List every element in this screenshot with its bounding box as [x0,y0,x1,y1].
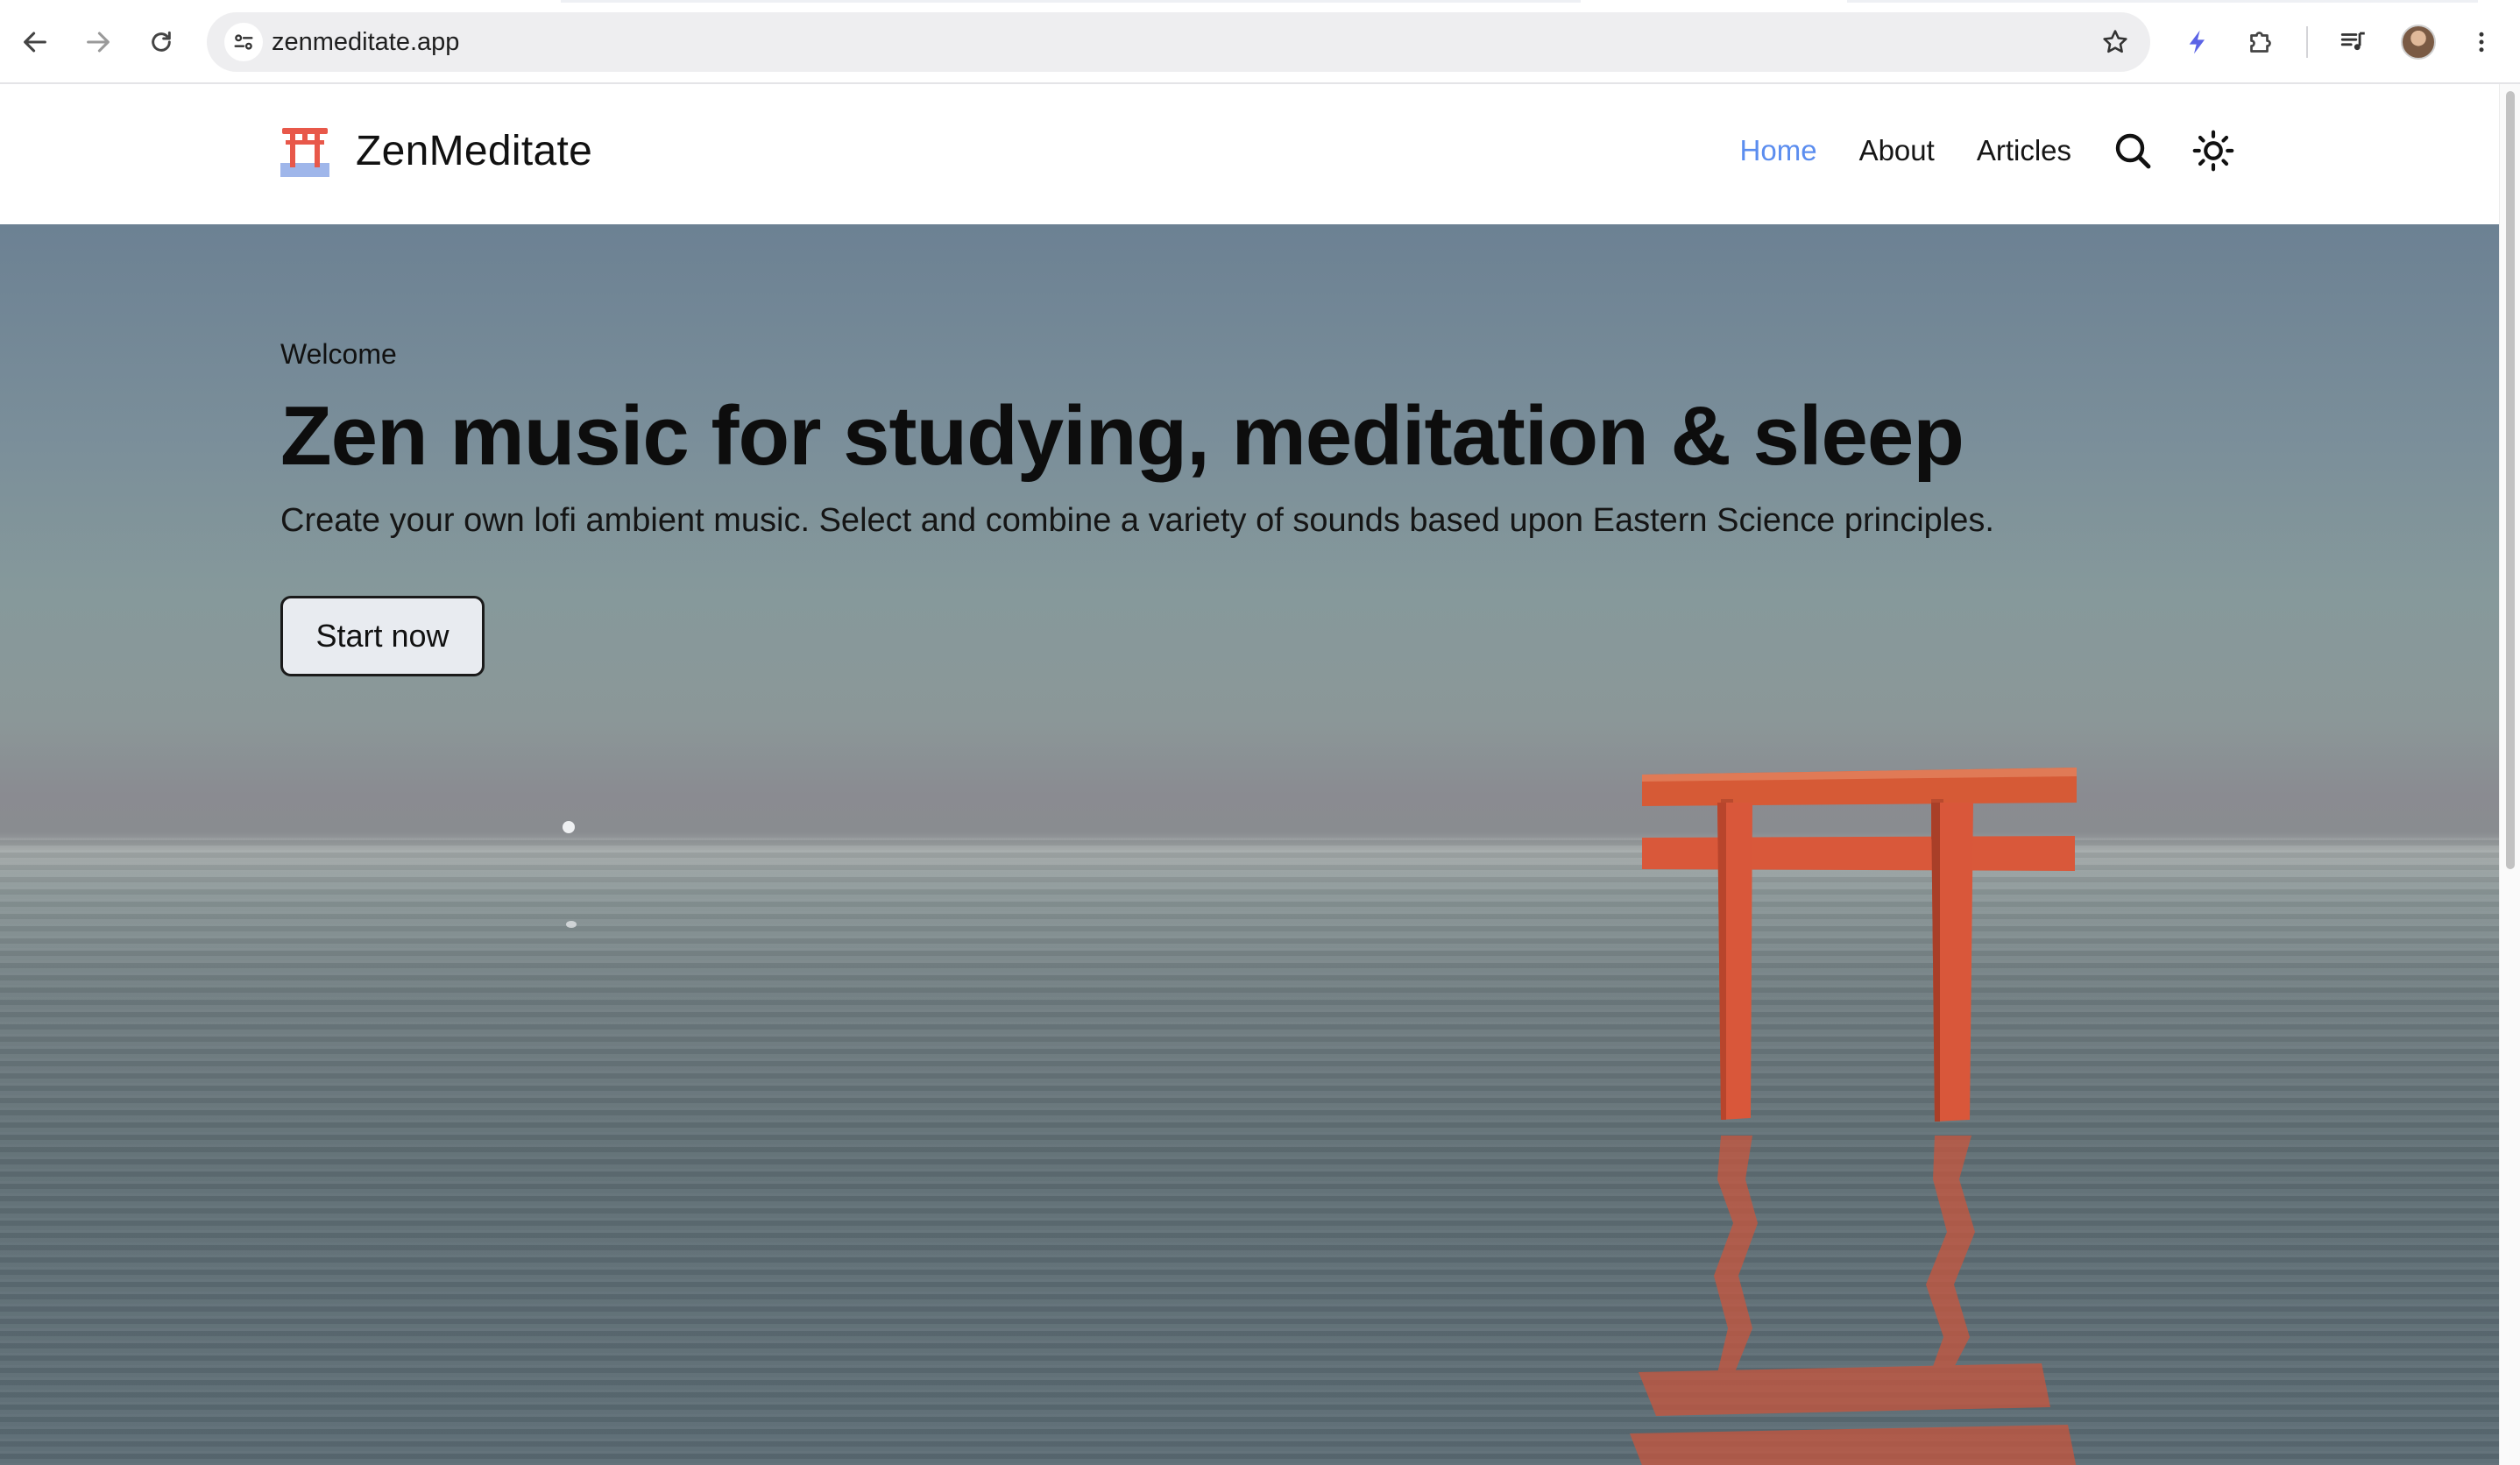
start-now-button[interactable]: Start now [280,596,485,676]
hero-eyebrow: Welcome [280,338,397,370]
web-page: ZenMeditate Home About Articles Welcome … [0,84,2499,1465]
main-nav: Home About Articles [1698,128,2236,173]
site-info-button[interactable] [224,23,263,61]
extensions-puzzle-icon [2250,32,2271,53]
browser-toolbar: zenmeditate.app [0,0,2520,84]
nav-articles-link[interactable]: Articles [1977,134,2071,167]
media-playlist-icon [2340,32,2365,51]
scrollbar-thumb[interactable] [2506,91,2515,869]
forward-icon [87,32,110,53]
url-text[interactable]: zenmeditate.app [272,28,459,57]
floating-light [563,821,575,833]
brand-home-link[interactable]: ZenMeditate [280,124,592,177]
more-menu-button[interactable] [2457,18,2506,67]
floating-light-reflection [566,921,577,928]
tab-strip-edge-right [1847,0,2478,3]
address-bar[interactable]: zenmeditate.app [207,12,2150,72]
reload-button[interactable] [137,18,186,67]
forward-button[interactable] [74,18,123,67]
nav-home-link[interactable]: Home [1740,134,1817,167]
site-header: ZenMeditate Home About Articles [0,84,2499,224]
torii-gate-icon [280,128,329,177]
torii-gate-illustration [1630,768,2077,1465]
hero-subhead: Create your own lofi ambient music. Sele… [280,501,1994,539]
more-vert-icon [2479,32,2484,53]
theme-toggle-button[interactable] [2191,128,2236,173]
bookmark-star-icon [2103,30,2127,53]
page-scrollbar[interactable] [2499,84,2520,1465]
sea-surface [0,838,2499,1465]
reload-icon [152,31,171,52]
hero-headline: Zen music for studying, meditation & sle… [280,389,1964,483]
search-icon [2115,133,2151,169]
back-icon [24,32,46,53]
site-info-icon [234,34,253,50]
tab-strip-edge [561,0,1581,3]
lightning-extension-button[interactable] [2173,18,2222,67]
sun-theme-icon [2192,130,2234,172]
search-button[interactable] [2110,128,2155,173]
toolbar-separator [2306,26,2308,58]
profile-avatar[interactable] [2401,25,2436,60]
lightning-extension-icon [2189,30,2205,54]
bookmark-button[interactable] [2096,23,2134,61]
brand-name: ZenMeditate [356,127,593,174]
media-controls-button[interactable] [2329,18,2378,67]
extensions-button[interactable] [2236,18,2285,67]
back-button[interactable] [11,18,60,67]
hero-content: Welcome Zen music for studying, meditati… [280,338,1994,540]
nav-about-link[interactable]: About [1859,134,1935,167]
hero-section: Welcome Zen music for studying, meditati… [0,224,2499,1465]
